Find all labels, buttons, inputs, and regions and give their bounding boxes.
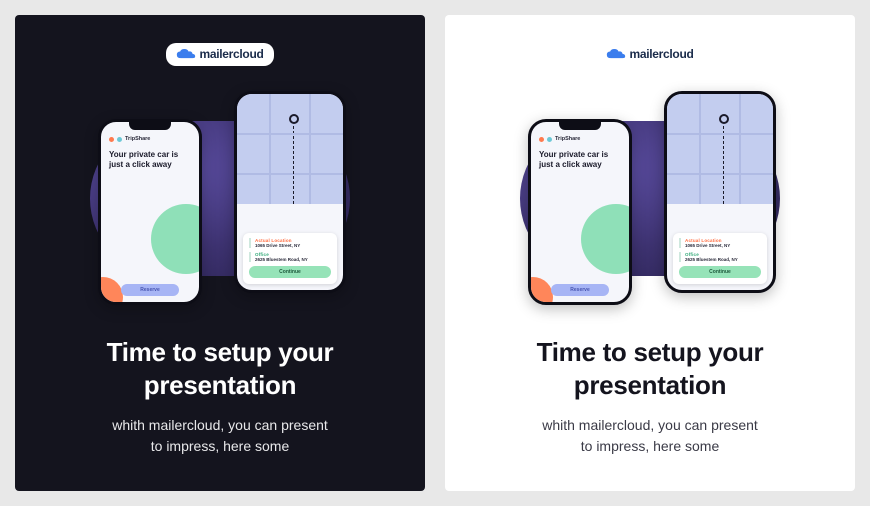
email-headline: Time to setup your presentation [107,336,334,401]
reserve-button[interactable]: Reserve [551,284,609,296]
app-logo: TripShare [539,136,621,142]
dropoff-location: Office 2625 Bluestem Road, NY [249,252,331,262]
logo-dot-icon [109,137,114,142]
hero-illustration: Actual Location 1065 Drive Street, NY Of… [80,91,360,306]
email-subheadline: whith mailercloud, you can present to im… [542,415,758,457]
pickup-address: 1065 Drive Street, NY [685,243,761,248]
continue-label: Continue [709,269,731,275]
app-logo: TripShare [109,136,191,142]
map-pin-icon [289,114,299,124]
phone-mockup-welcome: TripShare Your private car is just a cli… [528,119,632,305]
continue-button[interactable]: Continue [249,266,331,278]
route-line [723,126,725,204]
app-brand-name: TripShare [555,136,580,142]
email-subheadline: whith mailercloud, you can present to im… [112,415,328,457]
reserve-label: Reserve [570,287,589,293]
app-brand-name: TripShare [125,136,150,142]
continue-label: Continue [279,269,301,275]
phone-mockup-welcome: TripShare Your private car is just a cli… [98,119,202,305]
cloud-icon [606,48,626,60]
dropoff-address: 2625 Bluestem Road, NY [255,257,331,262]
logo-dot-icon [117,137,122,142]
phone-notch [559,122,601,130]
app-headline: Your private car is just a click away [109,150,179,169]
route-line [293,126,295,204]
brand-name: mailercloud [199,47,263,61]
brand-logo: mailercloud [596,43,703,66]
email-preview-dark: mailercloud Actual Location 1065 Drive S… [15,15,425,491]
map-view [667,94,773,204]
pickup-location: Actual Location 1065 Drive Street, NY [679,238,761,248]
dropoff-address: 2625 Bluestem Road, NY [685,257,761,262]
phone-mockup-map: Actual Location 1065 Drive Street, NY Of… [664,91,776,293]
continue-button[interactable]: Continue [679,266,761,278]
brand-name: mailercloud [629,47,693,61]
location-sheet: Actual Location 1065 Drive Street, NY Of… [243,233,337,284]
pickup-address: 1065 Drive Street, NY [255,243,331,248]
map-pin-icon [719,114,729,124]
phone-mockup-map: Actual Location 1065 Drive Street, NY Of… [234,91,346,293]
map-view [237,94,343,204]
hero-illustration: Actual Location 1065 Drive Street, NY Of… [510,91,790,306]
pickup-location: Actual Location 1065 Drive Street, NY [249,238,331,248]
app-headline: Your private car is just a click away [539,150,609,169]
dropoff-location: Office 2625 Bluestem Road, NY [679,252,761,262]
cloud-icon [176,48,196,60]
logo-dot-icon [539,137,544,142]
brand-logo: mailercloud [166,43,273,66]
location-sheet: Actual Location 1065 Drive Street, NY Of… [673,233,767,284]
logo-dot-icon [547,137,552,142]
email-preview-light: mailercloud Actual Location 1065 Drive S… [445,15,855,491]
email-headline: Time to setup your presentation [537,336,764,401]
reserve-button[interactable]: Reserve [121,284,179,296]
reserve-label: Reserve [140,287,159,293]
phone-notch [129,122,171,130]
